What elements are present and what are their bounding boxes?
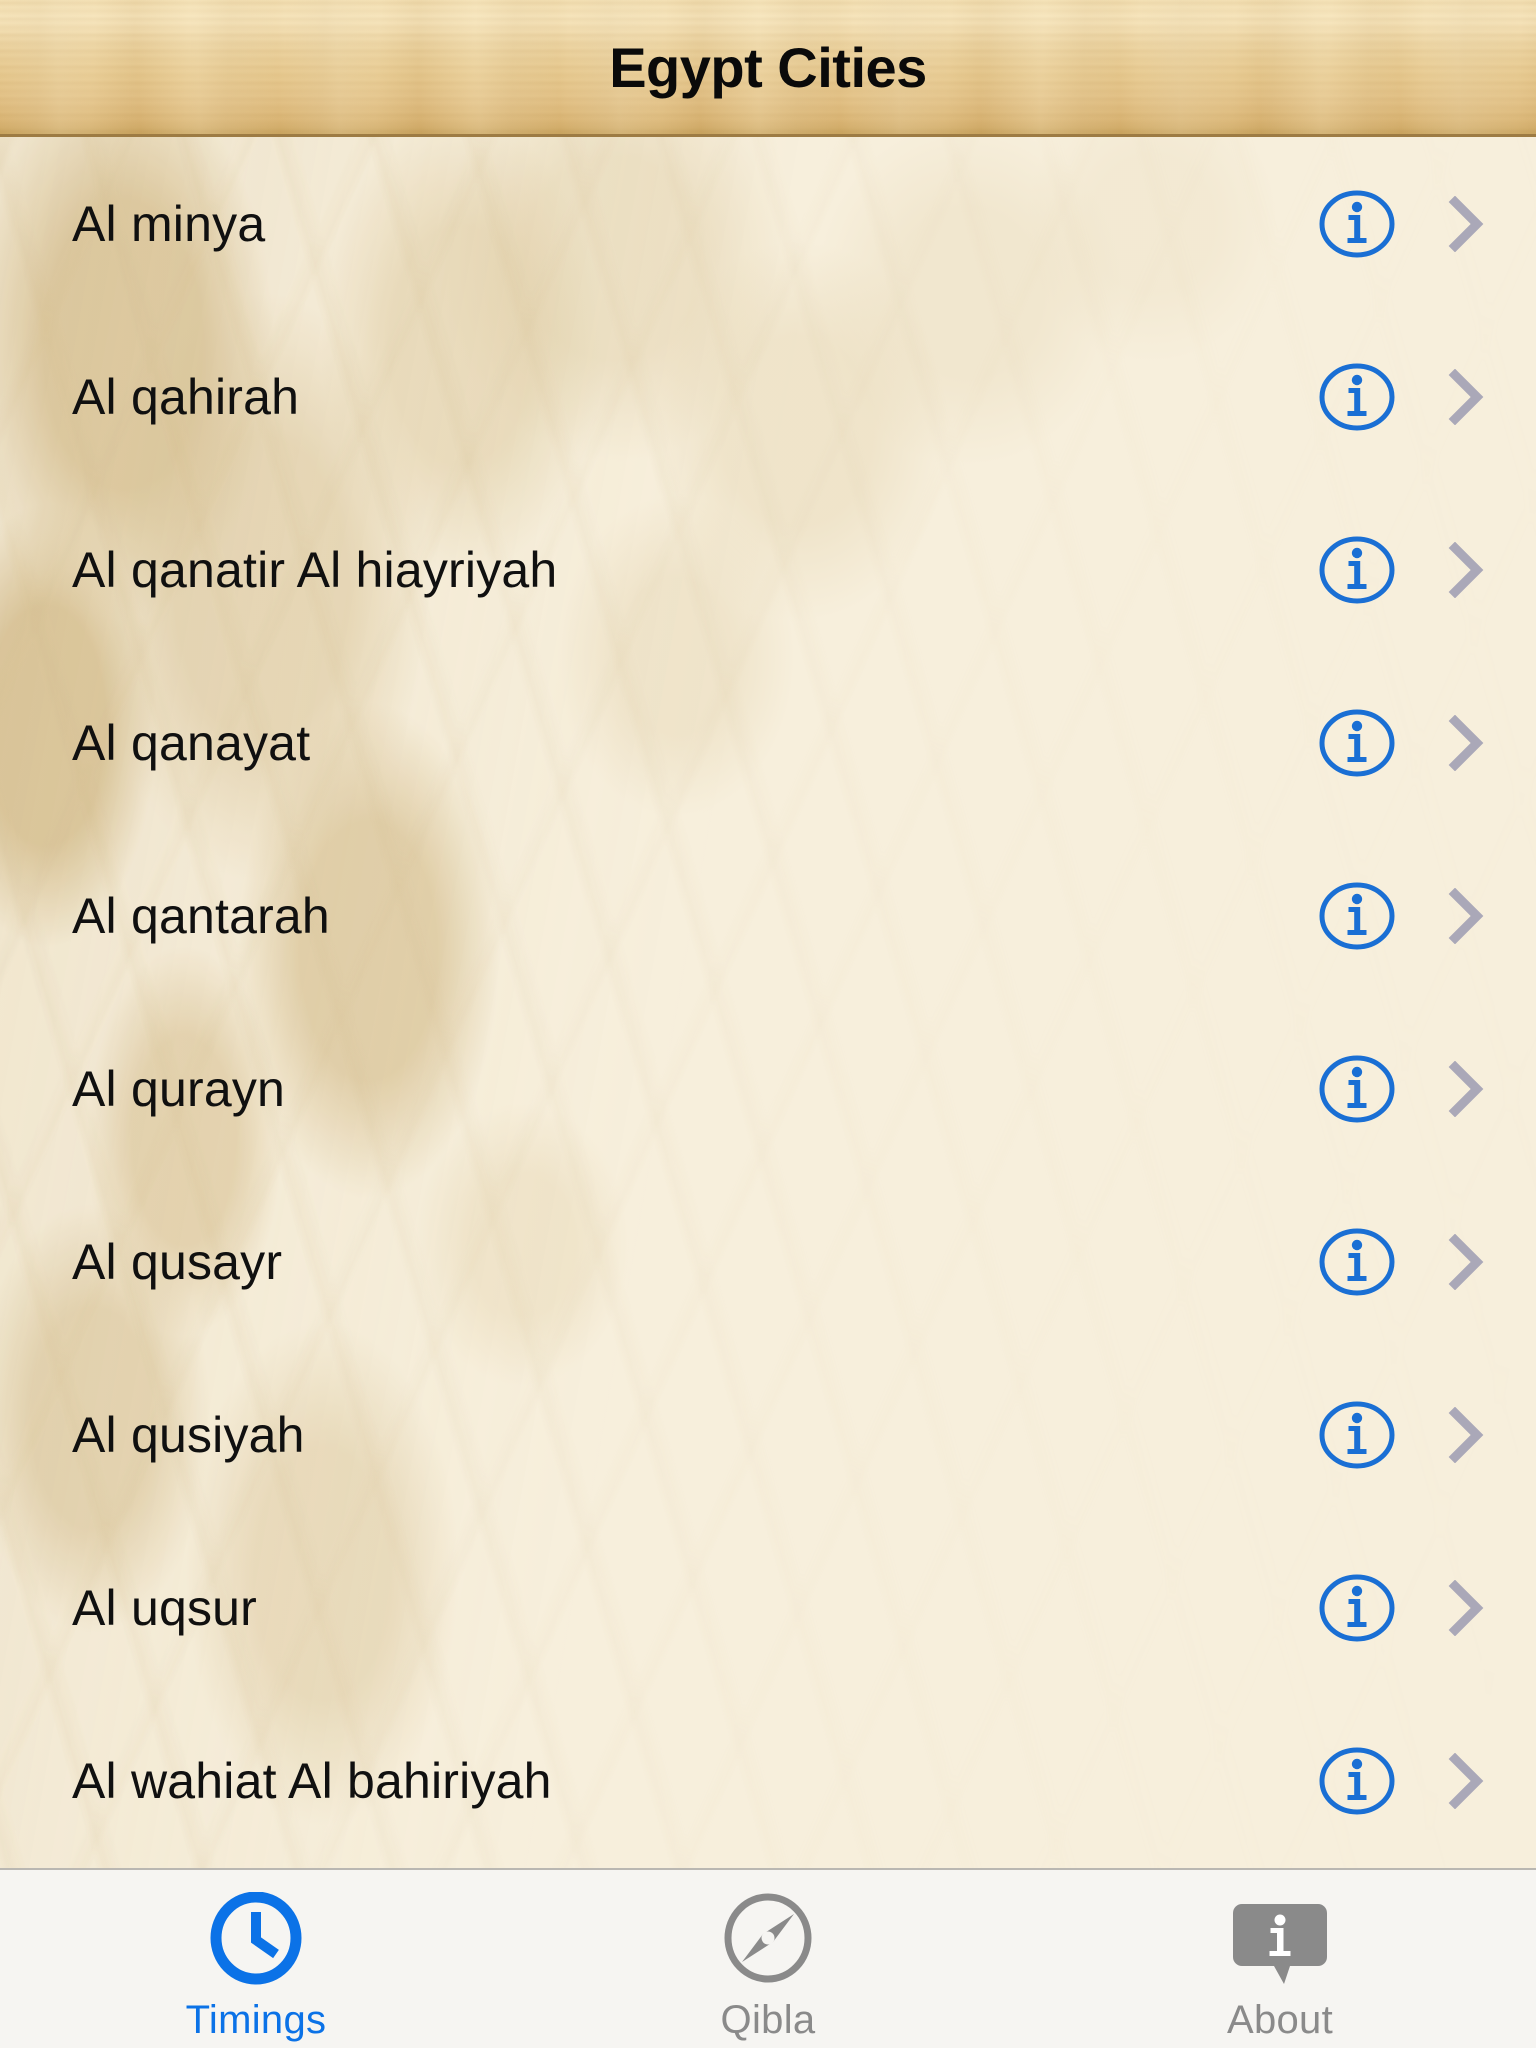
info-circle-icon[interactable] <box>1318 708 1396 778</box>
chevron-right-icon <box>1448 1406 1484 1463</box>
city-name-label: Al wahiat Al bahiriyah <box>72 1752 552 1809</box>
info-circle-icon[interactable] <box>1318 1573 1396 1643</box>
city-name-label: Al qantarah <box>72 887 330 944</box>
tab-label: Timings <box>185 1998 327 2042</box>
clock-icon <box>204 1892 308 1988</box>
info-circle-icon[interactable] <box>1318 1054 1396 1124</box>
table-row[interactable]: Al uqsur <box>0 1521 1536 1694</box>
table-row[interactable]: Al qanayat <box>0 656 1536 829</box>
app-screen: Egypt Cities Al minya Al qahirah Al qanati… <box>0 0 1536 2048</box>
city-name-label: Al qurayn <box>72 1060 286 1117</box>
city-name-label: Al qanayat <box>72 714 311 771</box>
tab-about[interactable]: About <box>1024 1892 1536 2043</box>
chevron-right-icon <box>1448 1233 1484 1290</box>
tab-label: Qibla <box>720 1998 816 2042</box>
info-circle-icon[interactable] <box>1318 189 1396 259</box>
city-list-rows: Al minya Al qahirah Al qanatir Al hiayriya… <box>0 137 1536 1867</box>
table-row[interactable]: Al minya <box>0 137 1536 310</box>
city-name-label: Al qanatir Al hiayriyah <box>72 541 558 598</box>
chevron-right-icon <box>1448 541 1484 598</box>
table-row[interactable]: Al qurayn <box>0 1002 1536 1175</box>
chevron-right-icon <box>1448 1579 1484 1636</box>
table-row[interactable]: Al qantarah <box>0 829 1536 1002</box>
chevron-right-icon <box>1448 368 1484 425</box>
chevron-right-icon <box>1448 1060 1484 1117</box>
city-name-label: Al qusayr <box>72 1233 283 1290</box>
table-row[interactable]: Al qahirah <box>0 310 1536 483</box>
info-circle-icon[interactable] <box>1318 535 1396 605</box>
table-row[interactable]: Al qusayr <box>0 1175 1536 1348</box>
city-name-label: Al qahirah <box>72 368 300 425</box>
page-title: Egypt Cities <box>609 35 927 99</box>
chevron-right-icon <box>1448 195 1484 252</box>
tab-label: About <box>1226 1998 1334 2042</box>
navigation-bar: Egypt Cities <box>0 0 1536 137</box>
tab-bar: Timings Qibla About <box>0 1868 1536 2048</box>
info-circle-icon[interactable] <box>1318 1227 1396 1297</box>
table-row[interactable]: Al qusiyah <box>0 1348 1536 1521</box>
info-bubble-icon <box>1228 1892 1332 1988</box>
info-circle-icon[interactable] <box>1318 1746 1396 1816</box>
compass-icon <box>716 1892 820 1988</box>
city-name-label: Al minya <box>72 195 266 252</box>
table-row[interactable]: Al wahiat Al bahiriyah <box>0 1694 1536 1867</box>
chevron-right-icon <box>1448 714 1484 771</box>
info-circle-icon[interactable] <box>1318 881 1396 951</box>
city-name-label: Al qusiyah <box>72 1406 305 1463</box>
tab-timings[interactable]: Timings <box>0 1892 512 2043</box>
info-circle-icon[interactable] <box>1318 362 1396 432</box>
tab-qibla[interactable]: Qibla <box>512 1892 1024 2043</box>
chevron-right-icon <box>1448 887 1484 944</box>
city-name-label: Al uqsur <box>72 1579 258 1636</box>
info-circle-icon[interactable] <box>1318 1400 1396 1470</box>
table-row[interactable]: Al qanatir Al hiayriyah <box>0 483 1536 656</box>
city-list[interactable]: Al minya Al qahirah Al qanatir Al hiayriya… <box>0 137 1536 1868</box>
chevron-right-icon <box>1448 1752 1484 1809</box>
